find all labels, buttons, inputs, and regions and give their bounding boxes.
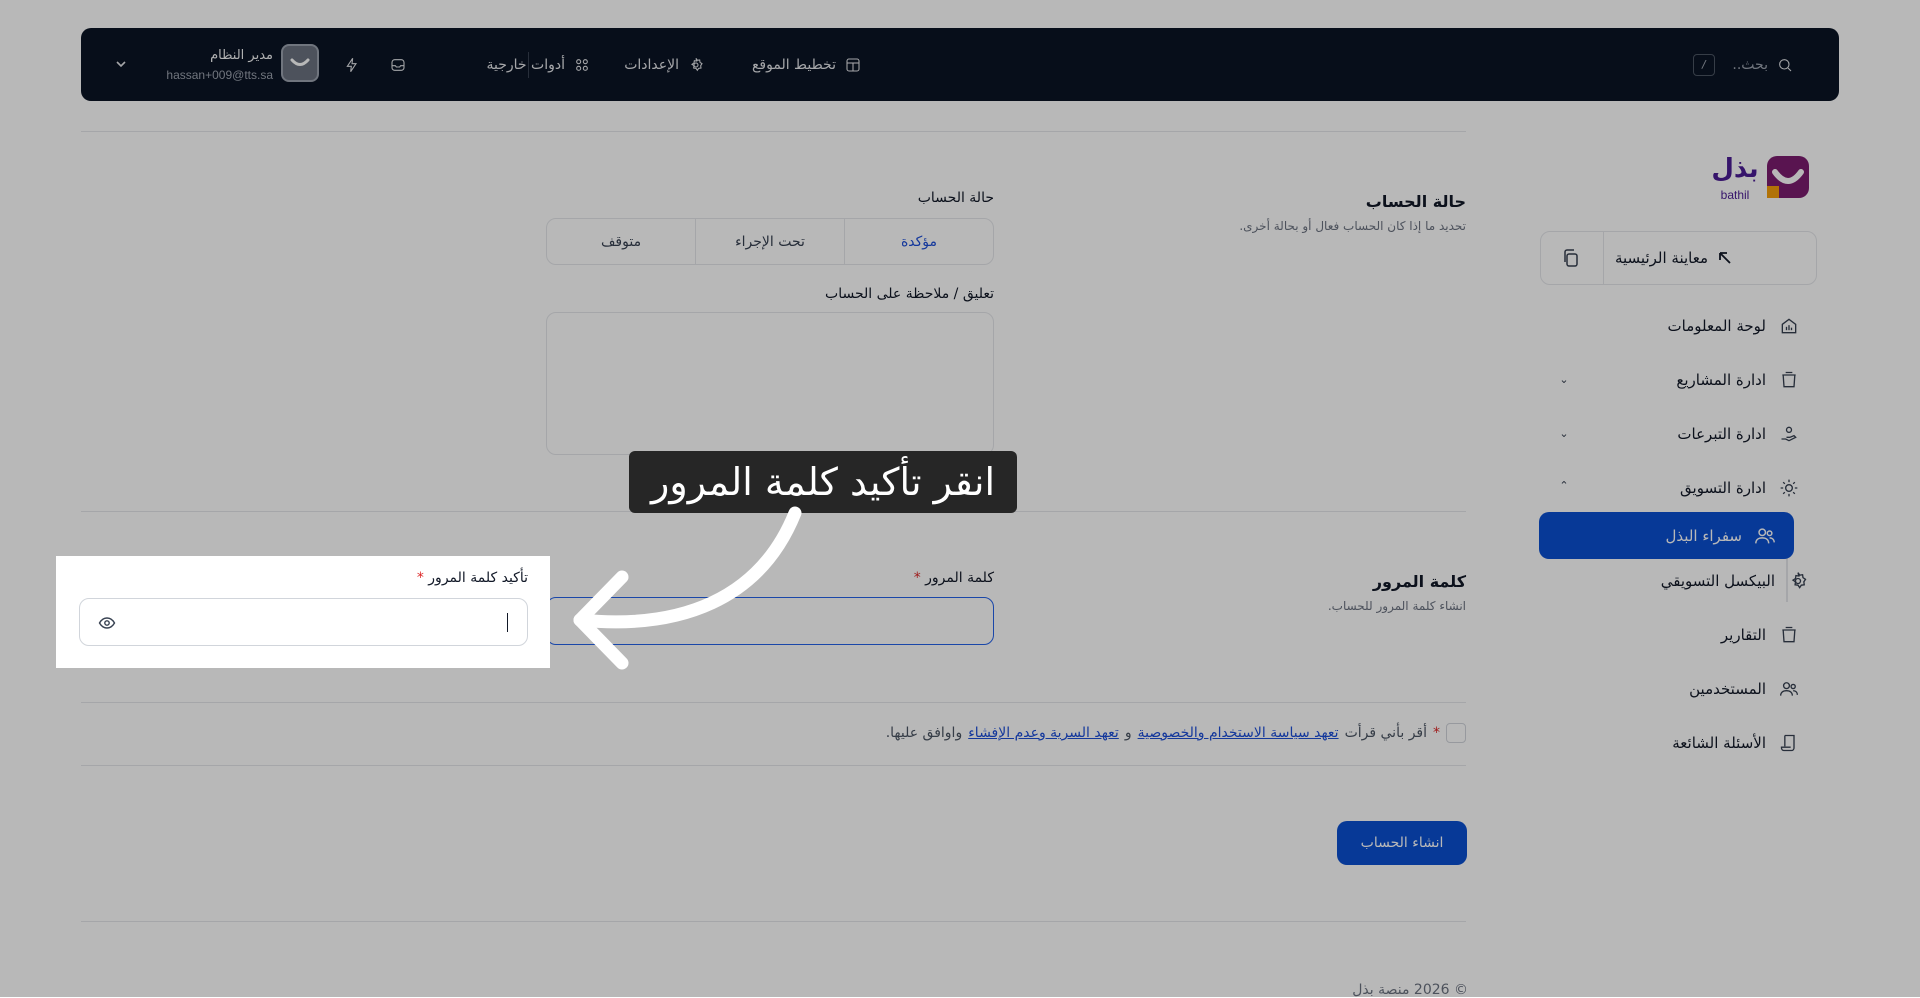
required-mark: *: [416, 570, 424, 586]
tutorial-tooltip: انقر تأكيد كلمة المرور: [629, 451, 1017, 513]
eye-icon[interactable]: [98, 614, 116, 632]
confirm-password-input[interactable]: [79, 598, 528, 646]
text-cursor: [507, 613, 508, 632]
confirm-password-label-text: تأكيد كلمة المرور: [428, 570, 528, 586]
confirm-password-label: تأكيد كلمة المرور *: [78, 570, 528, 586]
curved-arrow-icon: [573, 506, 802, 670]
